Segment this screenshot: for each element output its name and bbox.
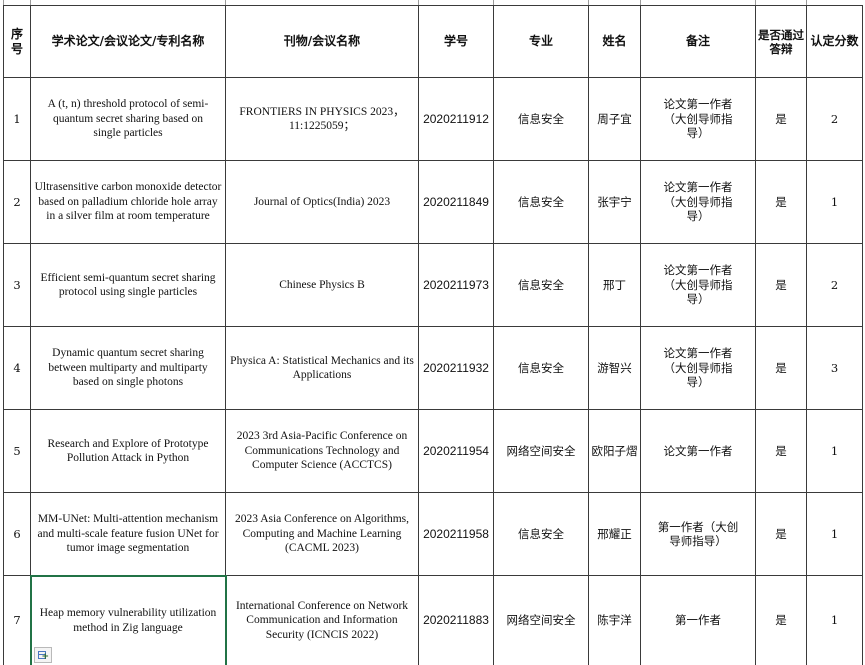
header-venue[interactable]: 刊物/会议名称	[225, 5, 419, 78]
cell-name[interactable]: 陈宇洋	[588, 575, 641, 665]
cell-major[interactable]: 网络空间安全	[493, 409, 589, 493]
cell-student-id[interactable]: 2020211954	[418, 409, 494, 493]
cell-venue[interactable]: FRONTIERS IN PHYSICS 2023，11:1225059；	[225, 77, 419, 161]
cell-venue[interactable]: 2023 Asia Conference on Algorithms, Comp…	[225, 492, 419, 576]
header-name[interactable]: 姓名	[588, 5, 641, 78]
cell-passed-defense[interactable]: 是	[755, 243, 807, 327]
cell-remark[interactable]: 论文第一作者（大创导师指导）	[640, 77, 756, 161]
cell-index[interactable]: 6	[3, 492, 31, 576]
cell-venue[interactable]: Chinese Physics B	[225, 243, 419, 327]
cell-title[interactable]: Dynamic quantum secret sharing between m…	[30, 326, 226, 410]
table-row: 7 Heap memory vulnerability utilization …	[3, 574, 863, 665]
cell-remark[interactable]: 论文第一作者（大创导师指导）	[640, 243, 756, 327]
cell-major[interactable]: 网络空间安全	[493, 575, 589, 665]
cell-index[interactable]: 7	[3, 575, 31, 665]
cell-major[interactable]: 信息安全	[493, 160, 589, 244]
cell-score[interactable]: 1	[806, 575, 863, 665]
cell-remark[interactable]: 第一作者	[640, 575, 756, 665]
cell-passed-defense[interactable]: 是	[755, 160, 807, 244]
cell-index[interactable]: 5	[3, 409, 31, 493]
cell-title[interactable]: A (t, n) threshold protocol of semi-quan…	[30, 77, 226, 161]
cell-student-id[interactable]: 2020211849	[418, 160, 494, 244]
header-index[interactable]: 序号	[3, 5, 31, 78]
quick-analysis-icon[interactable]: +	[34, 647, 52, 663]
cell-student-id[interactable]: 2020211958	[418, 492, 494, 576]
table-row: 6 MM-UNet: Multi-attention mechanism and…	[3, 492, 863, 576]
cell-title[interactable]: Research and Explore of Prototype Pollut…	[30, 409, 226, 493]
cell-score[interactable]: 3	[806, 326, 863, 410]
table-row: 3 Efficient semi-quantum secret sharing …	[3, 243, 863, 327]
cell-student-id[interactable]: 2020211973	[418, 243, 494, 327]
header-row: 序号 学术论文/会议论文/专利名称 刊物/会议名称 学号 专业 姓名 备注 是否…	[3, 5, 863, 78]
cell-student-id[interactable]: 2020211932	[418, 326, 494, 410]
cell-index[interactable]: 1	[3, 77, 31, 161]
cell-name[interactable]: 游智兴	[588, 326, 641, 410]
cell-remark[interactable]: 论文第一作者	[640, 409, 756, 493]
table-row: 4 Dynamic quantum secret sharing between…	[3, 326, 863, 410]
header-passed-defense[interactable]: 是否通过答辩	[755, 5, 807, 78]
cell-score[interactable]: 1	[806, 160, 863, 244]
cell-remark[interactable]: 论文第一作者（大创导师指导）	[640, 326, 756, 410]
cell-score[interactable]: 2	[806, 243, 863, 327]
plus-icon: +	[41, 652, 49, 662]
spreadsheet: 序号 学术论文/会议论文/专利名称 刊物/会议名称 学号 专业 姓名 备注 是否…	[0, 0, 865, 665]
cell-title[interactable]: MM-UNet: Multi-attention mechanism and m…	[30, 492, 226, 576]
table-row: 1 A (t, n) threshold protocol of semi-qu…	[3, 77, 863, 161]
cell-venue[interactable]: Physica A: Statistical Mechanics and its…	[225, 326, 419, 410]
header-score[interactable]: 认定分数	[806, 5, 863, 78]
cell-student-id[interactable]: 2020211912	[418, 77, 494, 161]
table-row: 5 Research and Explore of Prototype Poll…	[3, 409, 863, 493]
cell-index[interactable]: 4	[3, 326, 31, 410]
cell-remark[interactable]: 第一作者（大创导师指导）	[640, 492, 756, 576]
data-table: 序号 学术论文/会议论文/专利名称 刊物/会议名称 学号 专业 姓名 备注 是否…	[3, 5, 863, 665]
cell-index[interactable]: 3	[3, 243, 31, 327]
cell-venue[interactable]: Journal of Optics(India) 2023	[225, 160, 419, 244]
cell-score[interactable]: 1	[806, 409, 863, 493]
header-remark[interactable]: 备注	[640, 5, 756, 78]
cell-major[interactable]: 信息安全	[493, 77, 589, 161]
cell-score[interactable]: 2	[806, 77, 863, 161]
cell-remark[interactable]: 论文第一作者（大创导师指导）	[640, 160, 756, 244]
cell-name[interactable]: 周子宜	[588, 77, 641, 161]
cell-name[interactable]: 欧阳子熠	[588, 409, 641, 493]
header-major[interactable]: 专业	[493, 5, 589, 78]
cell-student-id[interactable]: 2020211883	[418, 575, 494, 665]
cell-major[interactable]: 信息安全	[493, 243, 589, 327]
cell-score[interactable]: 1	[806, 492, 863, 576]
cell-title[interactable]: Efficient semi-quantum secret sharing pr…	[30, 243, 226, 327]
header-student-id[interactable]: 学号	[418, 5, 494, 78]
cell-venue[interactable]: 2023 3rd Asia-Pacific Conference on Comm…	[225, 409, 419, 493]
cell-passed-defense[interactable]: 是	[755, 326, 807, 410]
cell-venue[interactable]: International Conference on Network Comm…	[225, 575, 419, 665]
cell-passed-defense[interactable]: 是	[755, 575, 807, 665]
cell-title[interactable]: Ultrasensitive carbon monoxide detector …	[30, 160, 226, 244]
cell-passed-defense[interactable]: 是	[755, 409, 807, 493]
table-row: 2 Ultrasensitive carbon monoxide detecto…	[3, 160, 863, 244]
cell-passed-defense[interactable]: 是	[755, 77, 807, 161]
cell-title-selected[interactable]: Heap memory vulnerability utilization me…	[29, 574, 227, 665]
cell-name[interactable]: 邢耀正	[588, 492, 641, 576]
cell-index[interactable]: 2	[3, 160, 31, 244]
cell-major[interactable]: 信息安全	[493, 492, 589, 576]
cell-name[interactable]: 邢丁	[588, 243, 641, 327]
cell-major[interactable]: 信息安全	[493, 326, 589, 410]
header-title[interactable]: 学术论文/会议论文/专利名称	[30, 5, 226, 78]
cell-passed-defense[interactable]: 是	[755, 492, 807, 576]
cell-name[interactable]: 张宇宁	[588, 160, 641, 244]
